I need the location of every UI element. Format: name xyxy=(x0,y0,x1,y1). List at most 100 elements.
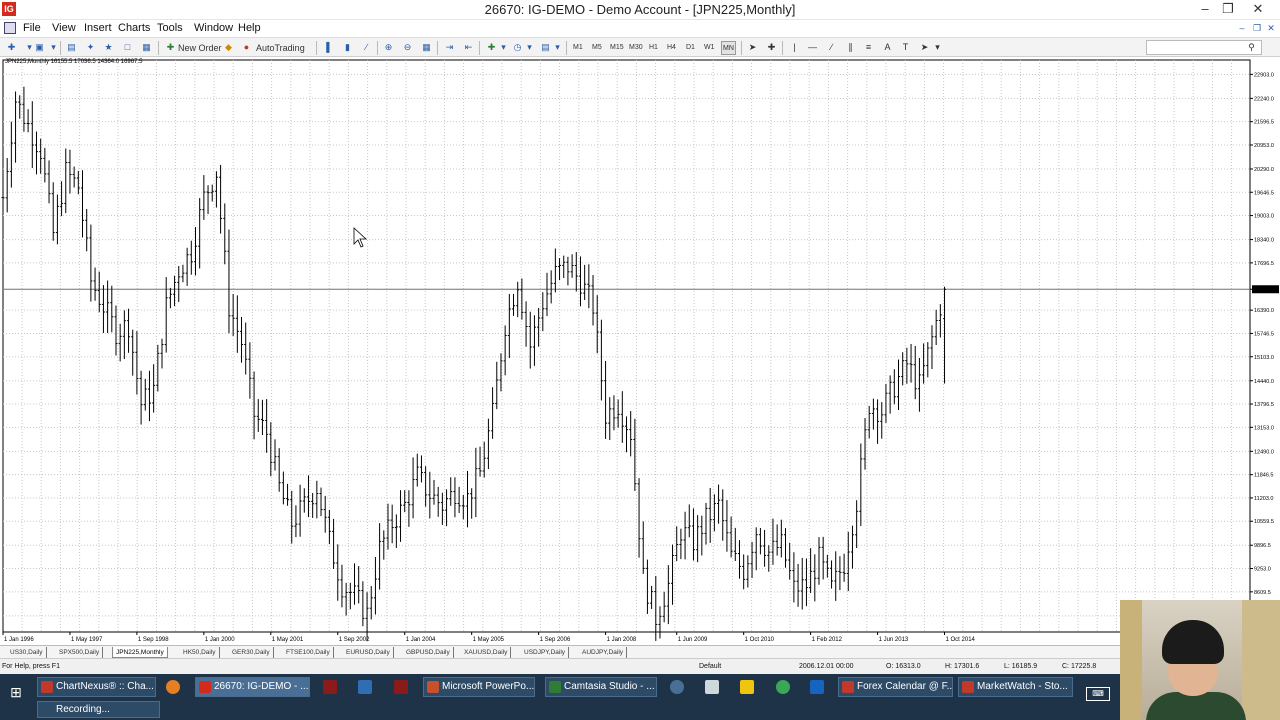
tab-audjpy[interactable]: AUDJPY,Daily xyxy=(579,647,628,658)
tab-ger30[interactable]: GER30,Daily xyxy=(229,647,274,658)
price-chart[interactable]: 22903.0 22240.0 21596.5 20953.0 20290.0 19646… xyxy=(0,57,1280,645)
autoscroll-icon[interactable]: ⇥ xyxy=(444,42,455,53)
timeframe-h1[interactable]: H1 xyxy=(649,41,658,55)
chart-shift-icon[interactable]: ⇤ xyxy=(463,42,474,53)
tab-gbpusd[interactable]: GBPUSD,Daily xyxy=(403,647,454,658)
channel-icon[interactable]: ∥ xyxy=(845,42,856,53)
taskbar-ig-demo[interactable]: 26670: IG-DEMO - ... xyxy=(195,677,310,697)
trendline-icon[interactable]: ∕ xyxy=(826,42,837,53)
bar-chart-icon[interactable]: ▌ xyxy=(324,42,335,53)
candlestick-icon[interactable]: ▮ xyxy=(342,42,353,53)
dropdown-arrow-icon[interactable]: ▾ xyxy=(524,42,535,53)
menu-tools[interactable]: Tools xyxy=(157,22,183,34)
taskbar-camtasia[interactable]: Camtasia Studio - ... xyxy=(545,677,657,697)
timeframe-m5[interactable]: M5 xyxy=(592,41,602,55)
tile-windows-icon[interactable]: ▦ xyxy=(421,42,432,53)
data-window-icon[interactable]: ✦ xyxy=(85,42,96,53)
new-chart-icon[interactable]: ✚ xyxy=(6,42,17,53)
x-tick-label: 1 Jun 2009 xyxy=(678,637,708,643)
timeframe-m30[interactable]: M30 xyxy=(629,41,643,55)
dropdown-arrow-icon[interactable]: ▾ xyxy=(498,42,509,53)
tab-us30[interactable]: US30,Daily xyxy=(7,647,47,658)
timeframe-m15[interactable]: M15 xyxy=(610,41,624,55)
arrows-icon[interactable]: ➤ xyxy=(919,42,930,53)
zoom-in-icon[interactable]: ⊕ xyxy=(383,42,394,53)
timeframe-m1[interactable]: M1 xyxy=(573,41,583,55)
timeframe-mn[interactable]: MN xyxy=(721,41,736,55)
tab-hk50[interactable]: HK50,Daily xyxy=(180,647,220,658)
child-close-button[interactable]: ✕ xyxy=(1263,21,1279,35)
horizontal-line-icon[interactable]: — xyxy=(807,42,818,53)
windows-taskbar: ⊞ ChartNexus® :: Cha... 26670: IG-DEMO -… xyxy=(0,674,1280,720)
chrome-icon[interactable] xyxy=(776,680,790,694)
menu-window[interactable]: Window xyxy=(194,22,233,34)
tab-spx500[interactable]: SPX500,Daily xyxy=(56,647,104,658)
tab-jpn225[interactable]: JPN225,Monthly xyxy=(112,647,168,658)
menu-charts[interactable]: Charts xyxy=(118,22,150,34)
line-chart-icon[interactable]: ∕ xyxy=(361,42,372,53)
y-tick-label: 9253.0 xyxy=(1254,567,1271,573)
market-watch-icon[interactable]: ▤ xyxy=(66,42,77,53)
taskbar-chartnexus[interactable]: ChartNexus® :: Cha... xyxy=(37,677,156,697)
autotrading-button[interactable]: AutoTrading xyxy=(256,41,305,55)
app-icon[interactable] xyxy=(323,680,337,694)
fibonacci-icon[interactable]: ≡ xyxy=(863,42,874,53)
text-label-icon[interactable]: T xyxy=(900,42,911,53)
y-tick-label: 13153.0 xyxy=(1254,425,1274,431)
menu-view[interactable]: View xyxy=(52,22,76,34)
chart-window[interactable]: 22903.0 22240.0 21596.5 20953.0 20290.0 19646… xyxy=(0,57,1280,645)
menu-file[interactable]: File xyxy=(23,22,41,34)
y-tick-label: 15103.0 xyxy=(1254,355,1274,361)
app-icon[interactable] xyxy=(810,680,824,694)
app-icon[interactable] xyxy=(394,680,408,694)
timeframe-w1[interactable]: W1 xyxy=(704,41,715,55)
tab-ftse100[interactable]: FTSE100,Daily xyxy=(283,647,334,658)
app-icon[interactable] xyxy=(740,680,754,694)
cursor-icon[interactable]: ➤ xyxy=(747,42,758,53)
new-order-button[interactable]: New Order xyxy=(178,41,222,55)
calculator-icon[interactable] xyxy=(705,680,719,694)
close-button[interactable]: ✕ xyxy=(1243,0,1273,20)
tab-usdjpy[interactable]: USDJPY,Daily xyxy=(521,647,570,658)
periods-icon[interactable]: ◷ xyxy=(512,42,523,53)
app-icon[interactable] xyxy=(670,680,684,694)
navigator-icon[interactable]: ★ xyxy=(103,42,114,53)
menu-insert[interactable]: Insert xyxy=(84,22,112,34)
menu-help[interactable]: Help xyxy=(238,22,261,34)
timeframe-d1[interactable]: D1 xyxy=(686,41,695,55)
templates-icon[interactable]: ▤ xyxy=(540,42,551,53)
crosshair-icon[interactable]: ✚ xyxy=(766,42,777,53)
firefox-icon[interactable] xyxy=(166,680,180,694)
search-icon[interactable]: ⚲ xyxy=(1246,42,1257,53)
terminal-icon[interactable]: □ xyxy=(122,42,133,53)
x-tick-label: 1 Feb 2012 xyxy=(812,637,843,643)
autotrading-icon[interactable]: ● xyxy=(241,42,252,53)
taskbar-forex-calendar[interactable]: Forex Calendar @ F... xyxy=(838,677,953,697)
keyboard-tray-icon[interactable]: ⌨ xyxy=(1086,687,1110,701)
browser-icon xyxy=(842,681,854,693)
zoom-out-icon[interactable]: ⊖ xyxy=(402,42,413,53)
taskbar-powerpoint[interactable]: Microsoft PowerPo... xyxy=(423,677,535,697)
windows-start-icon[interactable]: ⊞ xyxy=(8,684,24,700)
search-input[interactable] xyxy=(1146,40,1262,55)
child-minimize-button[interactable]: – xyxy=(1234,21,1250,35)
profiles-icon[interactable]: ▣ xyxy=(34,42,45,53)
restore-button[interactable]: ❐ xyxy=(1213,0,1243,20)
strategy-tester-icon[interactable]: ▦ xyxy=(141,42,152,53)
dropdown-arrow-icon[interactable]: ▾ xyxy=(932,42,943,53)
tab-xauusd[interactable]: XAUUSD,Daily xyxy=(461,647,512,658)
taskbar-marketwatch[interactable]: MarketWatch - Sto... xyxy=(958,677,1073,697)
new-order-icon[interactable]: ✚ xyxy=(165,42,176,53)
tab-eurusd[interactable]: EURUSD,Daily xyxy=(343,647,394,658)
x-tick-label: 1 Jan 2008 xyxy=(607,637,637,643)
dropdown-arrow-icon[interactable]: ▾ xyxy=(48,42,59,53)
taskbar-recording[interactable]: Recording... xyxy=(37,701,160,718)
indicators-icon[interactable]: ✚ xyxy=(486,42,497,53)
timeframe-h4[interactable]: H4 xyxy=(667,41,676,55)
text-tool-icon[interactable]: A xyxy=(882,42,893,53)
metaeditor-icon[interactable]: ◆ xyxy=(223,42,234,53)
chart-window-icon[interactable] xyxy=(4,22,16,34)
app-icon[interactable] xyxy=(358,680,372,694)
vertical-line-icon[interactable]: | xyxy=(789,42,800,53)
dropdown-arrow-icon[interactable]: ▾ xyxy=(552,42,563,53)
